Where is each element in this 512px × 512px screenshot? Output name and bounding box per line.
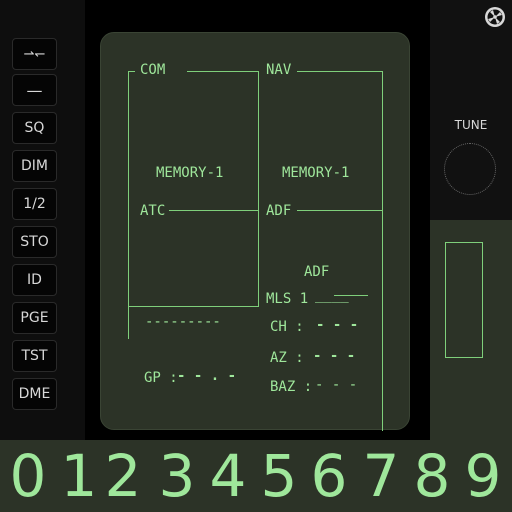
pge-key[interactable]: PGE (12, 302, 57, 334)
fan-icon (484, 6, 506, 28)
dim-key-label: DIM (21, 158, 48, 174)
tune-label: TUNE (454, 118, 488, 132)
digit-keypad: 0 1 2 3 4 5 6 7 8 9 (0, 440, 512, 512)
adf-mode: ADF (304, 264, 330, 280)
az-label: AZ : (270, 350, 304, 366)
divider (128, 71, 135, 72)
digit-key-2[interactable]: 2 (98, 444, 148, 508)
tune-knob[interactable] (444, 143, 496, 195)
atc-label[interactable]: ATC (140, 204, 165, 218)
digit-key-4[interactable]: 4 (203, 444, 253, 508)
dashes-line: --------- (145, 314, 221, 330)
sto-key[interactable]: STO (12, 226, 57, 258)
right-control-panel: TUNE (430, 0, 512, 220)
digit-key-8[interactable]: 8 (407, 444, 457, 508)
baz-value: - - - (315, 377, 358, 393)
sq-key[interactable]: SQ (12, 112, 57, 144)
tst-key[interactable]: TST (12, 340, 57, 372)
ch-value: - - - (316, 317, 359, 333)
tune-indicator-panel (430, 220, 512, 440)
com-label[interactable]: COM (140, 63, 165, 77)
divider (128, 71, 129, 339)
sq-key-label: SQ (24, 120, 45, 136)
nav-label[interactable]: NAV (266, 63, 291, 77)
digit-key-3[interactable]: 3 (152, 444, 202, 508)
com-memory: MEMORY-1 (156, 165, 224, 181)
swap-key[interactable]: ⇀↽ (12, 38, 57, 70)
divider (187, 71, 259, 72)
mls-label: MLS 1 (266, 291, 309, 307)
az-value: - - - (313, 348, 356, 364)
pge-key-label: PGE (20, 310, 49, 326)
tune-indicator (445, 242, 483, 358)
ch-label: CH : (270, 319, 304, 335)
divider (169, 210, 259, 211)
sto-key-label: STO (20, 234, 49, 250)
dash-key[interactable]: — (12, 74, 57, 106)
divider (297, 71, 383, 72)
divider (297, 210, 383, 211)
digit-key-6[interactable]: 6 (304, 444, 354, 508)
id-key-label: ID (27, 272, 42, 288)
divider (334, 295, 368, 296)
dim-key[interactable]: DIM (12, 150, 57, 182)
swap-arrows-icon: ⇀↽ (23, 46, 46, 62)
radio-display: COM NAV MEMORY-1 MEMORY-1 ATC ADF ADF ML… (100, 32, 410, 431)
digit-key-7[interactable]: 7 (356, 444, 406, 508)
dash-icon: — (26, 80, 43, 100)
divider (128, 306, 259, 307)
half-key-label: 1/2 (23, 196, 46, 212)
nav-memory: MEMORY-1 (282, 165, 350, 181)
id-key[interactable]: ID (12, 264, 57, 296)
half-key[interactable]: 1/2 (12, 188, 57, 220)
digit-key-1[interactable]: 1 (54, 444, 104, 508)
divider (382, 71, 383, 431)
left-key-panel: ⇀↽ — SQ DIM 1/2 STO ID PGE TST DME (0, 0, 85, 440)
digit-key-5[interactable]: 5 (254, 444, 304, 508)
digit-key-0[interactable]: 0 (3, 444, 53, 508)
gp-label: GP : (144, 370, 178, 386)
dme-key[interactable]: DME (12, 378, 57, 410)
adf-label[interactable]: ADF (266, 204, 291, 218)
digit-key-9[interactable]: 9 (458, 444, 508, 508)
tst-key-label: TST (21, 348, 48, 364)
gp-value: - - . - (177, 368, 237, 384)
divider (258, 71, 259, 306)
baz-label: BAZ : (270, 379, 313, 395)
dme-key-label: DME (18, 386, 51, 402)
